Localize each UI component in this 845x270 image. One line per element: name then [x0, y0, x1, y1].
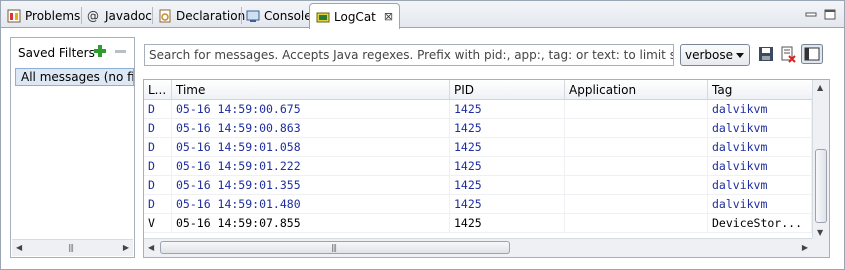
cell-time: 05-16 14:59:01.222	[172, 157, 450, 176]
tab-label: Console	[264, 9, 312, 23]
search-input[interactable]: Search for messages. Accepts Java regexe…	[144, 44, 674, 66]
saved-filters-list: All messages (no filters)	[11, 67, 134, 237]
cell-level: V	[144, 214, 172, 233]
scrollbar-corner	[812, 238, 829, 257]
table-vertical-scrollbar[interactable]: ▲ ▼	[812, 80, 829, 240]
add-filter-icon[interactable]	[92, 43, 108, 59]
table-row[interactable]: D 05-16 14:59:00.675 1425 dalvikvm	[144, 100, 812, 119]
log-table: L... Time PID Application Tag D 05-16 14…	[143, 79, 830, 258]
toggle-filters-pane-icon[interactable]	[801, 44, 823, 64]
declaration-icon	[159, 9, 171, 23]
column-header-time[interactable]: Time	[172, 80, 450, 100]
tab-javadoc[interactable]: @ Javadoc	[87, 4, 152, 28]
cell-tag: DeviceStor...	[708, 214, 812, 233]
table-row[interactable]: D 05-16 14:59:01.222 1425 dalvikvm	[144, 157, 812, 176]
log-level-value: verbose	[685, 48, 734, 62]
cell-pid: 1425	[450, 214, 565, 233]
filter-item-all-messages[interactable]: All messages (no filters)	[15, 68, 134, 86]
column-header-pid[interactable]: PID	[450, 80, 565, 100]
table-header: L... Time PID Application Tag	[144, 80, 812, 100]
table-body: D 05-16 14:59:00.675 1425 dalvikvm D 05-…	[144, 100, 812, 233]
saved-filters-title: Saved Filters	[18, 46, 95, 60]
table-horizontal-scrollbar[interactable]: ◀ ||| ▶	[144, 238, 812, 257]
cell-time: 05-16 14:59:00.675	[172, 100, 450, 119]
log-level-select[interactable]: verbose	[680, 44, 750, 66]
cell-time: 05-16 14:59:00.863	[172, 119, 450, 138]
saved-filters-panel: Saved Filters All messages (no filters) …	[10, 37, 135, 258]
remove-filter-icon[interactable]	[115, 50, 126, 53]
console-icon	[246, 10, 260, 22]
cell-pid: 1425	[450, 176, 565, 195]
column-header-tag[interactable]: Tag	[708, 80, 812, 100]
logcat-view: Problems @ Javadoc Declaration Console L…	[0, 0, 845, 270]
table-row[interactable]: D 05-16 14:59:01.355 1425 dalvikvm	[144, 176, 812, 195]
chevron-down-icon	[736, 53, 744, 58]
tab-logcat[interactable]: LogCat ⊠	[309, 3, 401, 29]
scroll-right-icon[interactable]: ▶	[802, 243, 808, 252]
cell-tag: dalvikvm	[708, 100, 812, 119]
tab-problems[interactable]: Problems	[7, 4, 80, 28]
scroll-up-icon[interactable]: ▲	[817, 83, 823, 92]
cell-application	[565, 138, 708, 157]
cell-tag: dalvikvm	[708, 176, 812, 195]
cell-time: 05-16 14:59:01.058	[172, 138, 450, 157]
cell-level: D	[144, 119, 172, 138]
minimize-icon[interactable]	[805, 9, 817, 20]
tab-console[interactable]: Console	[246, 4, 312, 28]
problems-icon	[7, 9, 21, 23]
logcat-icon	[316, 12, 330, 22]
cell-tag: dalvikvm	[708, 157, 812, 176]
column-header-application[interactable]: Application	[565, 80, 708, 100]
save-log-icon[interactable]	[757, 45, 775, 63]
vertical-scroll-thumb[interactable]	[815, 149, 827, 223]
tab-declaration[interactable]: Declaration	[158, 4, 245, 28]
clear-log-icon[interactable]	[779, 45, 797, 63]
cell-application	[565, 195, 708, 214]
cell-level: D	[144, 157, 172, 176]
cell-application	[565, 119, 708, 138]
cell-tag: dalvikvm	[708, 119, 812, 138]
scroll-left-icon[interactable]: ◀	[148, 243, 154, 252]
cell-level: D	[144, 100, 172, 119]
cell-pid: 1425	[450, 100, 565, 119]
at-icon: @	[87, 9, 99, 23]
cell-time: 05-16 14:59:01.480	[172, 195, 450, 214]
cell-tag: dalvikvm	[708, 195, 812, 214]
scroll-grip-icon: |||	[68, 243, 74, 252]
cell-level: D	[144, 176, 172, 195]
scroll-down-icon[interactable]: ▼	[817, 228, 823, 237]
column-header-level[interactable]: L...	[144, 80, 172, 100]
cell-level: D	[144, 195, 172, 214]
filters-horizontal-scrollbar[interactable]: ◀ ||| ▶	[12, 239, 133, 256]
cell-pid: 1425	[450, 119, 565, 138]
tab-label: Declaration	[176, 9, 246, 23]
tab-label: Problems	[25, 9, 81, 23]
cell-pid: 1425	[450, 138, 565, 157]
cell-application	[565, 100, 708, 119]
cell-time: 05-16 14:59:01.355	[172, 176, 450, 195]
cell-application	[565, 214, 708, 233]
cell-application	[565, 157, 708, 176]
view-tab-strip: Problems @ Javadoc Declaration Console L…	[1, 1, 844, 29]
table-row[interactable]: V 05-16 14:59:07.855 1425 DeviceStor...	[144, 214, 812, 233]
maximize-icon[interactable]	[824, 9, 836, 20]
cell-pid: 1425	[450, 195, 565, 214]
table-row[interactable]: D 05-16 14:59:01.058 1425 dalvikvm	[144, 138, 812, 157]
scroll-right-icon[interactable]: ▶	[123, 243, 129, 252]
scroll-left-icon[interactable]: ◀	[16, 243, 22, 252]
cell-tag: dalvikvm	[708, 138, 812, 157]
table-row[interactable]: D 05-16 14:59:01.480 1425 dalvikvm	[144, 195, 812, 214]
scroll-grip-icon: |||	[331, 243, 337, 252]
cell-application	[565, 176, 708, 195]
tab-label: LogCat	[334, 9, 376, 24]
tab-label: Javadoc	[105, 9, 152, 23]
cell-time: 05-16 14:59:07.855	[172, 214, 450, 233]
close-tab-icon[interactable]: ⊠	[384, 10, 393, 23]
cell-level: D	[144, 138, 172, 157]
table-row[interactable]: D 05-16 14:59:00.863 1425 dalvikvm	[144, 119, 812, 138]
cell-pid: 1425	[450, 157, 565, 176]
horizontal-scroll-thumb[interactable]: |||	[160, 241, 510, 254]
